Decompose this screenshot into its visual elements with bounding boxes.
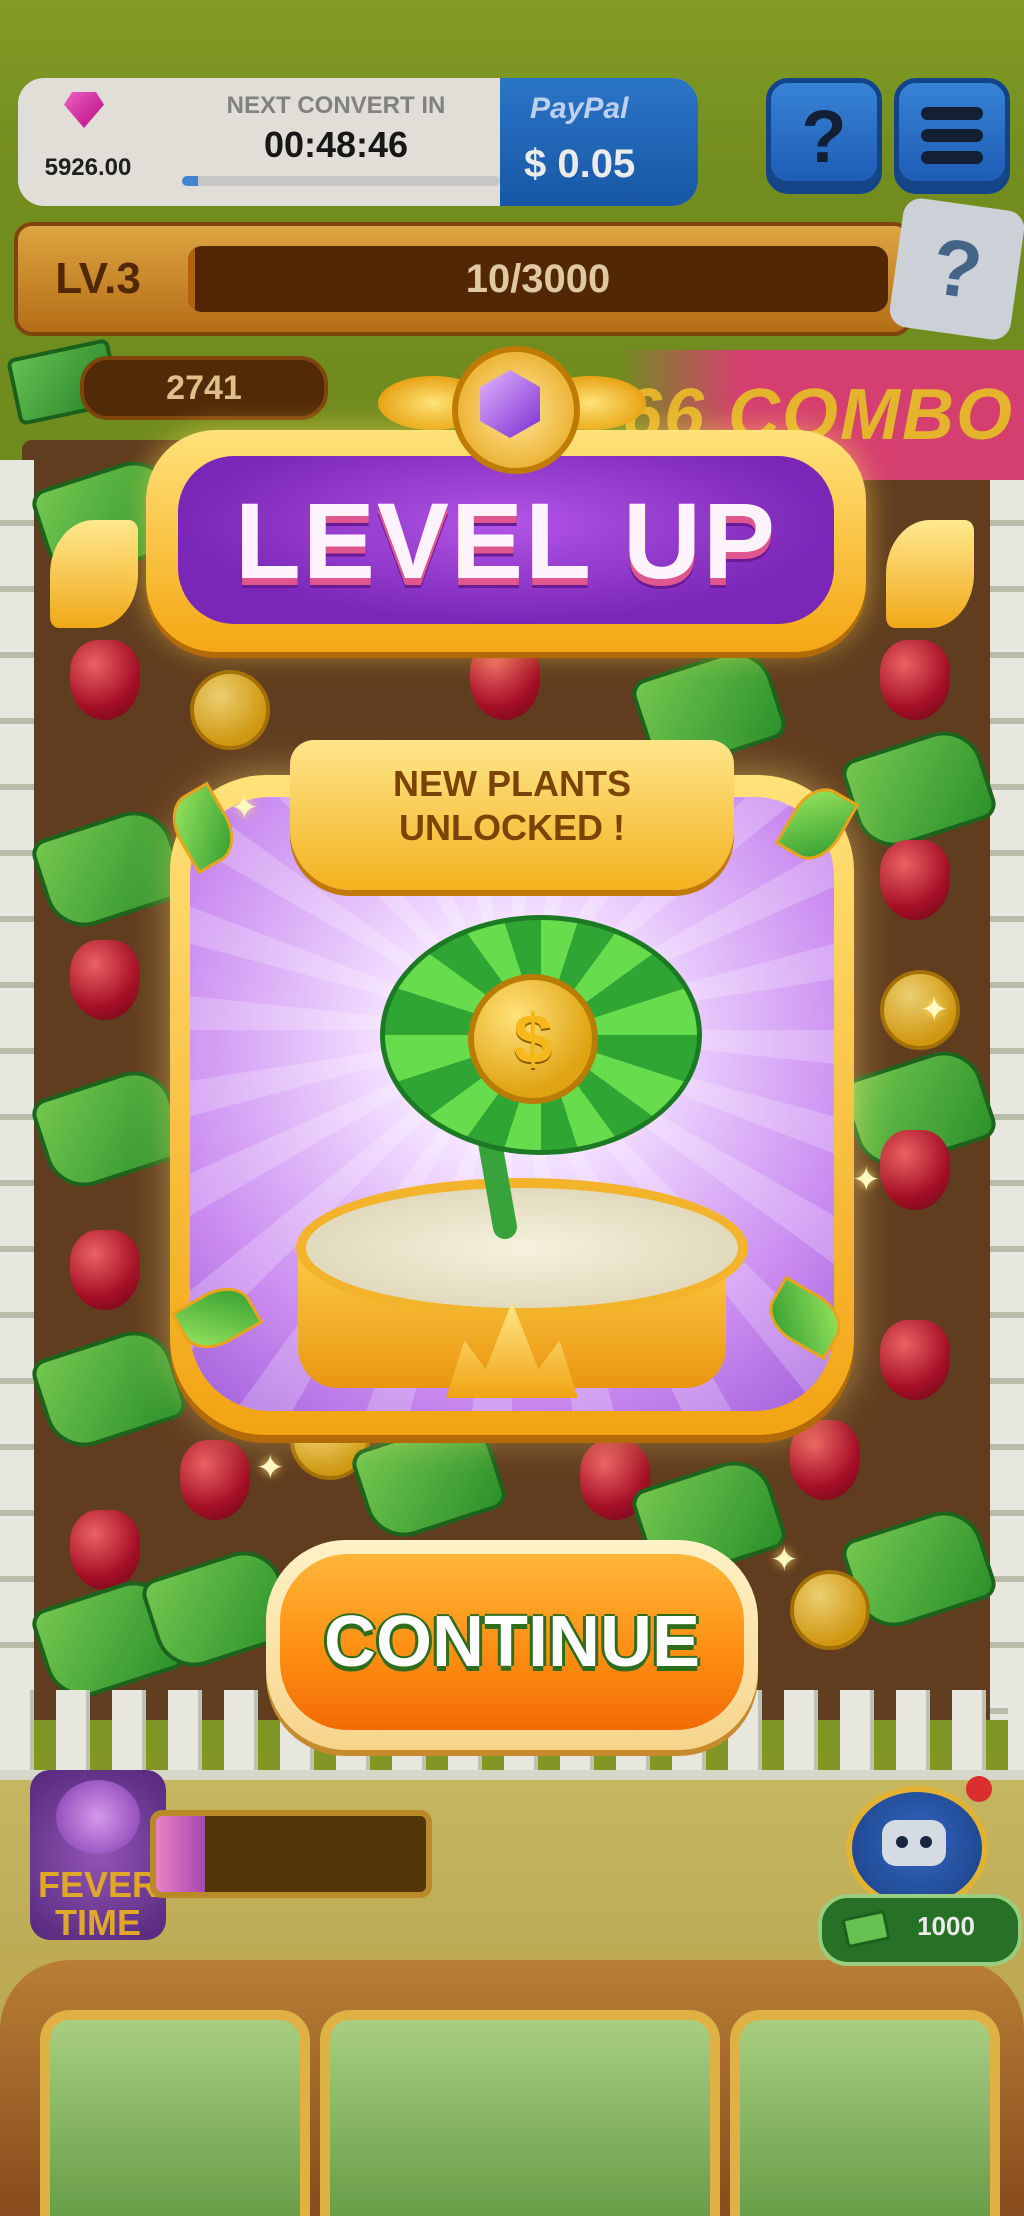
fever-flower-icon (56, 1780, 140, 1854)
bottom-slot-left[interactable] (40, 2010, 310, 2216)
crop-gem (790, 1420, 860, 1500)
menu-icon (921, 107, 983, 173)
level-progress-text: 10/3000 (465, 256, 611, 301)
cash-icon (841, 1909, 891, 1949)
robot-helper-button[interactable] (846, 1786, 988, 1910)
wing-left (50, 520, 138, 628)
bottom-slot-right[interactable] (730, 2010, 1000, 2216)
sparkle: ✦ (920, 990, 949, 1030)
gem-balance[interactable]: 5926.00 (18, 78, 146, 206)
wing-right (886, 520, 974, 628)
purple-gem-icon (480, 370, 540, 438)
sparkle: ✦ (852, 1160, 881, 1200)
crop-gem (70, 1510, 140, 1590)
level-up-title: LEVEL UP (178, 456, 834, 624)
gem-value: 5926.00 (44, 154, 132, 181)
notification-dot (966, 1776, 992, 1802)
help-icon: ? (801, 94, 847, 178)
robot-price-value: 1000 (917, 1910, 975, 1941)
convert-progress-bar (182, 176, 500, 186)
mystery-icon[interactable]: ? (887, 196, 1024, 342)
sparkle: ✦ (770, 1540, 799, 1580)
robot-icon (882, 1820, 946, 1866)
sparkle: ✦ (256, 1448, 285, 1488)
fence-right (990, 460, 1024, 1720)
pedestal-top (296, 1178, 748, 1318)
robot-price-tag[interactable]: 1000 (818, 1894, 1022, 1966)
continue-label: CONTINUE (280, 1554, 744, 1730)
convert-countdown: 00:48:46 (263, 124, 409, 165)
level-label: LV.3 (55, 254, 141, 303)
help-button[interactable]: ? (766, 78, 882, 194)
fever-time-label: FEVER TIME (37, 1864, 159, 1943)
crop-gem (880, 840, 950, 920)
currency-bar: 5926.00 NEXT CONVERT IN 00:48:46 PayPal … (18, 78, 698, 206)
coin-icon: $ (468, 974, 598, 1104)
paypal-amount: $ 0.05 (524, 142, 636, 186)
crop-gem (70, 1230, 140, 1310)
crop-gem (880, 640, 950, 720)
crop-gem (180, 1440, 250, 1520)
cash-counter: 2741 (80, 356, 328, 420)
convert-timer: NEXT CONVERT IN 00:48:46 (166, 88, 506, 198)
convert-progress-fill (182, 176, 198, 186)
crop-gem (880, 1320, 950, 1400)
bottom-slot-center[interactable] (320, 2010, 720, 2216)
crop-gem (470, 640, 540, 720)
menu-button[interactable] (894, 78, 1010, 194)
paypal-label: PayPal (530, 92, 629, 125)
fever-progress-fill (156, 1816, 205, 1892)
fence-left (0, 460, 34, 1720)
crest (452, 346, 580, 474)
sparkle: ✦ (230, 788, 259, 828)
level-bar: LV.3 10/3000 (14, 222, 912, 336)
fever-progress-bar (150, 1810, 432, 1898)
ribbon-text-line-2: UNLOCKED ! (399, 807, 625, 848)
new-plants-ribbon: NEW PLANTS UNLOCKED ! (290, 740, 734, 890)
ribbon-text-line-1: NEW PLANTS (393, 763, 631, 804)
continue-button[interactable]: CONTINUE (266, 1540, 758, 1750)
crop-gem (70, 940, 140, 1020)
convert-label: NEXT CONVERT IN (226, 92, 446, 119)
fever-time-badge[interactable]: FEVER TIME (30, 1770, 166, 1943)
crop-gem (70, 640, 140, 720)
crop-gem (880, 1130, 950, 1210)
gem-icon (64, 92, 104, 128)
crop-coin (790, 1570, 870, 1650)
crop-coin (190, 670, 270, 750)
paypal-balance[interactable]: PayPal $ 0.05 (500, 78, 698, 206)
